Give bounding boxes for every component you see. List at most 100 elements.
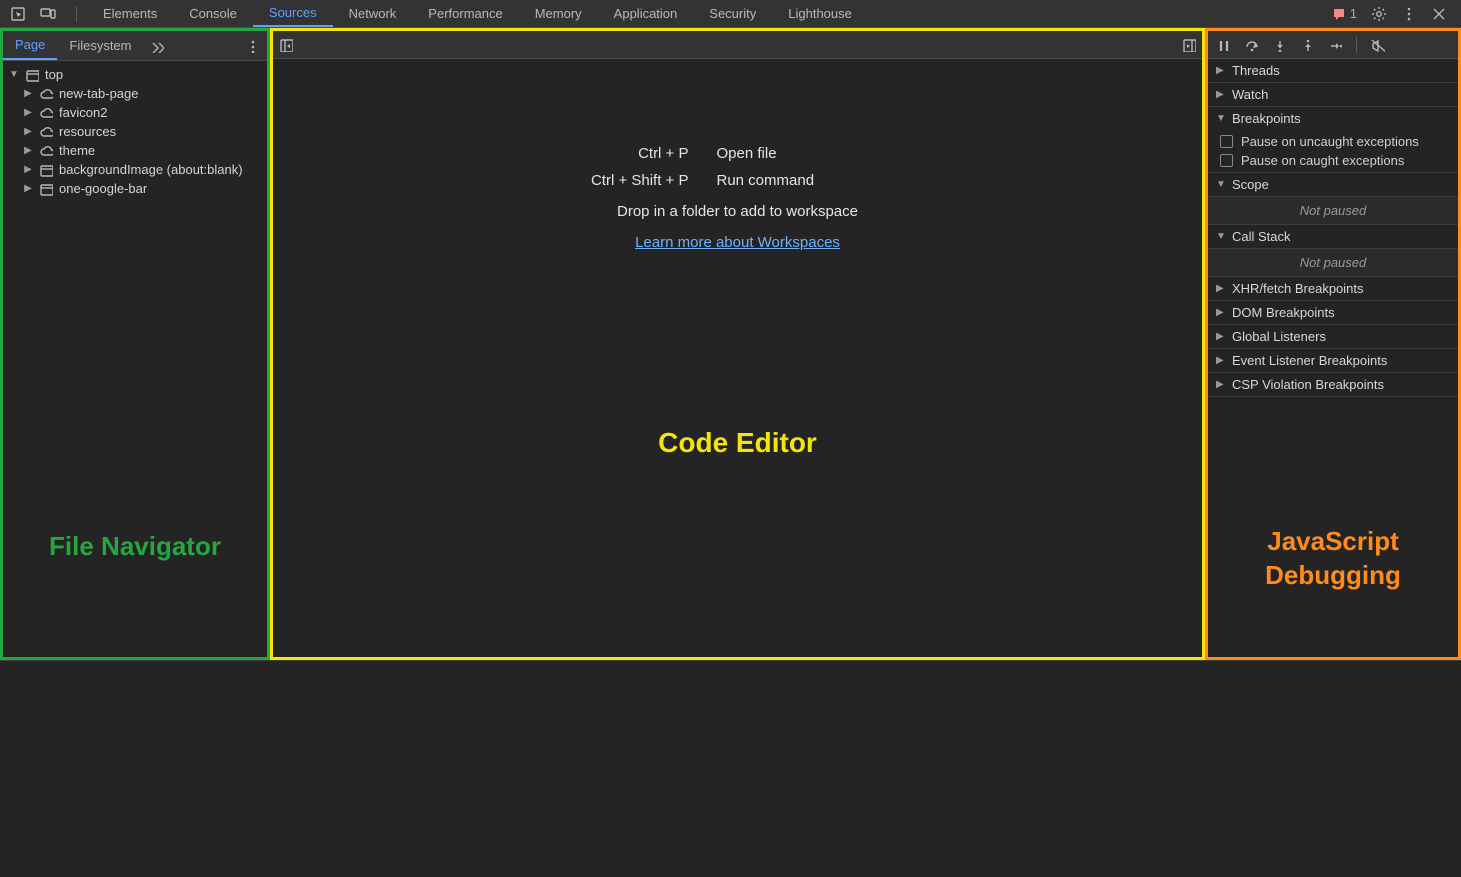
inspect-icon[interactable]: [10, 6, 26, 22]
shortcut-key: Ctrl + Shift + P: [559, 172, 689, 189]
collapse-debugger-icon[interactable]: [1182, 38, 1196, 52]
panel-tabs: Elements Console Sources Network Perform…: [87, 0, 868, 27]
navigator-tab-page[interactable]: Page: [3, 31, 57, 60]
tree-label: new-tab-page: [59, 86, 139, 101]
tree-item-theme[interactable]: ▶ theme: [3, 141, 267, 160]
section-csp-violation-breakpoints[interactable]: ▶CSP Violation Breakpoints: [1208, 373, 1458, 396]
step-over-icon[interactable]: [1244, 38, 1258, 52]
shortcut-open-file: Ctrl + P Open file: [559, 145, 917, 162]
more-menu-icon[interactable]: [1401, 6, 1417, 22]
tree-item-top[interactable]: ▼ top: [3, 65, 267, 84]
divider: [76, 6, 77, 22]
shortcut-run-command: Ctrl + Shift + P Run command: [559, 172, 917, 189]
section-scope[interactable]: ▼Scope: [1208, 173, 1458, 196]
tree-item-resources[interactable]: ▶ resources: [3, 122, 267, 141]
tree-item-favicon2[interactable]: ▶ favicon2: [3, 103, 267, 122]
cloud-icon: [39, 87, 53, 101]
editor-toolbar: [273, 31, 1202, 59]
section-label: Breakpoints: [1232, 111, 1301, 126]
js-debugging-pane: ▶Threads ▶Watch ▼Breakpoints Pause on un…: [1205, 28, 1461, 660]
cloud-icon: [39, 125, 53, 139]
pause-uncaught-checkbox[interactable]: Pause on uncaught exceptions: [1208, 132, 1458, 151]
tree-item-backgroundimage[interactable]: ▶ backgroundImage (about:blank): [3, 160, 267, 179]
section-xhr-breakpoints[interactable]: ▶XHR/fetch Breakpoints: [1208, 277, 1458, 300]
settings-icon[interactable]: [1371, 6, 1387, 22]
checkbox-label: Pause on caught exceptions: [1241, 153, 1404, 168]
tab-security[interactable]: Security: [693, 0, 772, 27]
section-label: Global Listeners: [1232, 329, 1326, 344]
editor-empty-state: Ctrl + P Open file Ctrl + Shift + P Run …: [273, 59, 1202, 657]
tab-application[interactable]: Application: [598, 0, 694, 27]
navigator-options-icon[interactable]: [245, 39, 259, 53]
tab-elements[interactable]: Elements: [87, 0, 173, 27]
caret-right-icon: ▶: [23, 107, 33, 118]
caret-right-icon: ▶: [23, 88, 33, 99]
cloud-icon: [39, 106, 53, 120]
error-badge[interactable]: 1: [1332, 6, 1357, 21]
callstack-not-paused: Not paused: [1208, 249, 1458, 277]
tab-lighthouse[interactable]: Lighthouse: [772, 0, 868, 27]
tab-sources[interactable]: Sources: [253, 0, 333, 27]
caret-right-icon: ▶: [23, 183, 33, 194]
section-breakpoints[interactable]: ▼Breakpoints: [1208, 107, 1458, 130]
section-label: Call Stack: [1232, 229, 1291, 244]
devtools-top-bar: Elements Console Sources Network Perform…: [0, 0, 1461, 28]
debugger-toolbar: [1208, 31, 1458, 59]
frame-icon: [25, 68, 39, 82]
caret-down-icon: ▼: [9, 69, 19, 80]
pause-icon[interactable]: [1216, 38, 1230, 52]
error-icon: [1332, 7, 1346, 21]
deactivate-breakpoints-icon[interactable]: [1371, 38, 1385, 52]
tree-item-one-google-bar[interactable]: ▶ one-google-bar: [3, 179, 267, 198]
tree-label: favicon2: [59, 105, 107, 120]
caret-right-icon: ▶: [23, 126, 33, 137]
step-into-icon[interactable]: [1272, 38, 1286, 52]
tab-network[interactable]: Network: [333, 0, 413, 27]
workspaces-link[interactable]: Learn more about Workspaces: [635, 234, 840, 251]
checkbox-label: Pause on uncaught exceptions: [1241, 134, 1419, 149]
divider: [1356, 37, 1357, 53]
tab-console[interactable]: Console: [173, 0, 253, 27]
section-threads[interactable]: ▶Threads: [1208, 59, 1458, 82]
file-navigator-pane: Page Filesystem ▼ top ▶ new-tab-page ▶ f…: [0, 28, 270, 660]
section-call-stack[interactable]: ▼Call Stack: [1208, 225, 1458, 248]
pause-caught-checkbox[interactable]: Pause on caught exceptions: [1208, 151, 1458, 170]
tree-label: one-google-bar: [59, 181, 147, 196]
frame-icon: [39, 182, 53, 196]
annotation-file-navigator: File Navigator: [3, 531, 267, 562]
tree-label: backgroundImage (about:blank): [59, 162, 243, 177]
shortcut-action: Run command: [717, 172, 917, 189]
navigator-more-tabs-icon[interactable]: [150, 39, 164, 53]
tree-label: top: [45, 67, 63, 82]
error-count: 1: [1350, 6, 1357, 21]
section-label: XHR/fetch Breakpoints: [1232, 281, 1364, 296]
file-tree: ▼ top ▶ new-tab-page ▶ favicon2 ▶ resour…: [3, 61, 267, 202]
step-icon[interactable]: [1328, 38, 1342, 52]
device-toolbar-icon[interactable]: [40, 6, 56, 22]
section-event-listener-breakpoints[interactable]: ▶Event Listener Breakpoints: [1208, 349, 1458, 372]
navigator-tab-filesystem[interactable]: Filesystem: [57, 31, 143, 60]
checkbox-icon: [1220, 135, 1233, 148]
annotation-js-debugging: JavaScript Debugging: [1208, 525, 1458, 593]
section-global-listeners[interactable]: ▶Global Listeners: [1208, 325, 1458, 348]
section-dom-breakpoints[interactable]: ▶DOM Breakpoints: [1208, 301, 1458, 324]
checkbox-icon: [1220, 154, 1233, 167]
section-label: CSP Violation Breakpoints: [1232, 377, 1384, 392]
drop-folder-hint: Drop in a folder to add to workspace: [617, 203, 858, 220]
caret-right-icon: ▶: [23, 164, 33, 175]
tab-performance[interactable]: Performance: [412, 0, 518, 27]
section-watch[interactable]: ▶Watch: [1208, 83, 1458, 106]
scope-not-paused: Not paused: [1208, 197, 1458, 225]
tab-memory[interactable]: Memory: [519, 0, 598, 27]
section-label: Threads: [1232, 63, 1280, 78]
shortcut-key: Ctrl + P: [559, 145, 689, 162]
console-drawer[interactable]: [0, 660, 1461, 877]
caret-right-icon: ▶: [23, 145, 33, 156]
tree-item-new-tab-page[interactable]: ▶ new-tab-page: [3, 84, 267, 103]
frame-icon: [39, 163, 53, 177]
step-out-icon[interactable]: [1300, 38, 1314, 52]
collapse-navigator-icon[interactable]: [279, 38, 293, 52]
annotation-code-editor: Code Editor: [273, 427, 1202, 459]
shortcut-action: Open file: [717, 145, 917, 162]
close-devtools-icon[interactable]: [1431, 6, 1447, 22]
